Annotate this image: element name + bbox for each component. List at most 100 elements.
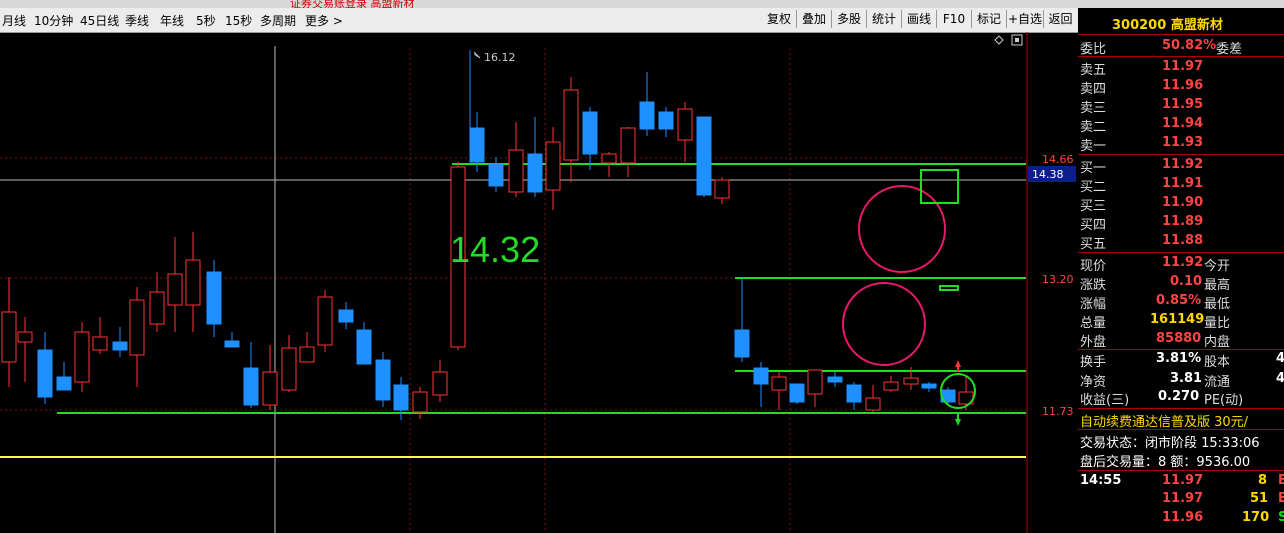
candle-body[interactable] <box>224 340 240 348</box>
candle-body[interactable] <box>677 108 693 141</box>
divider <box>1078 349 1284 350</box>
period-45day[interactable]: 45日线 <box>80 12 119 29</box>
multi-stock-button[interactable]: 多股 <box>832 10 867 28</box>
guben-value: 4 <box>1276 351 1284 366</box>
candle-body[interactable] <box>167 273 183 306</box>
ad-link[interactable]: 自动续费通达信普及版 30元/ <box>1080 411 1248 430</box>
candle-body[interactable] <box>185 259 201 306</box>
candle-body[interactable] <box>317 296 333 346</box>
waipan-value: 85880 <box>1156 331 1202 346</box>
candle-body[interactable] <box>582 111 598 155</box>
candle-body[interactable] <box>789 383 805 403</box>
top-banner: 证券交易账登录 高盟新材 <box>0 0 1284 8</box>
green-small-box[interactable] <box>939 285 959 291</box>
candle-body[interactable] <box>412 391 428 413</box>
buy1-price: 11.92 <box>1162 157 1204 172</box>
candle-body[interactable] <box>356 329 372 365</box>
after-hours-volume: 盘后交易量：8 额：9536.00 <box>1080 455 1251 470</box>
period-year[interactable]: 年线 <box>160 12 184 29</box>
candle-body[interactable] <box>129 299 145 356</box>
candle-body[interactable] <box>527 153 543 193</box>
period-month[interactable]: 月线 <box>2 12 26 29</box>
period-quarter[interactable]: 季线 <box>125 12 149 29</box>
candle-body[interactable] <box>620 127 636 164</box>
candle-body[interactable] <box>56 376 72 391</box>
zuigao-label: 最高 <box>1204 278 1231 293</box>
period-more[interactable]: 更多 > <box>305 12 343 29</box>
candle-body[interactable] <box>563 89 579 161</box>
period-5sec[interactable]: 5秒 <box>196 12 216 29</box>
sell5-price: 11.97 <box>1162 59 1204 74</box>
candle-body[interactable] <box>17 331 33 343</box>
magenta-circle-upper[interactable] <box>858 185 946 273</box>
tick-flag: B <box>1278 473 1284 488</box>
diamond-icon[interactable] <box>994 35 1004 45</box>
candle-body[interactable] <box>601 153 617 164</box>
window-icon-inner <box>1015 38 1019 42</box>
axis-label-1320: 13.20 <box>1042 273 1074 286</box>
candle-body[interactable] <box>37 349 53 398</box>
candle-body[interactable] <box>545 141 561 191</box>
candle-body[interactable] <box>281 347 297 391</box>
chart-canvas[interactable]: 16.12 14.32 14.66 14.38 13.20 11.73 <box>0 32 1078 533</box>
candle-body[interactable] <box>74 331 90 383</box>
candle-body[interactable] <box>921 383 937 389</box>
buy3-price: 11.90 <box>1162 195 1204 210</box>
candle-body[interactable] <box>639 101 655 130</box>
candle-body[interactable] <box>299 346 315 363</box>
candle-body[interactable] <box>771 376 787 391</box>
sell3-price: 11.95 <box>1162 97 1204 112</box>
candle-body[interactable] <box>827 376 843 383</box>
candle-body[interactable] <box>488 163 504 187</box>
stock-title: 300200 高盟新材 <box>1112 14 1223 33</box>
candle-body[interactable] <box>393 384 409 411</box>
overlay-button[interactable]: 叠加 <box>797 10 832 28</box>
candle-body[interactable] <box>112 341 128 351</box>
draw-line-button[interactable]: 画线 <box>902 10 937 28</box>
candle-body[interactable] <box>469 127 485 163</box>
candle-body[interactable] <box>206 271 222 325</box>
period-multi[interactable]: 多周期 <box>260 12 296 29</box>
candle-body[interactable] <box>883 381 899 391</box>
sell2-label: 卖二 <box>1080 120 1107 135</box>
period-10min[interactable]: 10分钟 <box>34 12 73 29</box>
candle-body[interactable] <box>149 291 165 325</box>
candle-body[interactable] <box>92 336 108 351</box>
candle-body[interactable] <box>338 309 354 323</box>
candle-body[interactable] <box>807 369 823 395</box>
candle-body[interactable] <box>432 371 448 396</box>
sell2-price: 11.94 <box>1162 116 1204 131</box>
buy2-price: 11.91 <box>1162 176 1204 191</box>
back-button[interactable]: 返回 <box>1044 10 1077 28</box>
liutong-label: 流通 <box>1204 375 1231 390</box>
stats-button[interactable]: 统计 <box>867 10 902 28</box>
mark-button[interactable]: 标记 <box>972 10 1007 28</box>
add-watchlist-button[interactable]: +自选 <box>1007 10 1044 28</box>
green-box[interactable] <box>920 169 959 204</box>
candle-body[interactable] <box>375 359 391 401</box>
sell1-label: 卖一 <box>1080 139 1107 154</box>
down-arrow-icon <box>955 419 961 426</box>
candle-body[interactable] <box>865 397 881 411</box>
candle-body[interactable] <box>734 329 750 358</box>
candle-body[interactable] <box>658 111 674 130</box>
fuquan-button[interactable]: 复权 <box>762 10 797 28</box>
candle-body[interactable] <box>714 179 730 199</box>
candle-body[interactable] <box>508 149 524 193</box>
xianjia-label: 现价 <box>1080 259 1107 274</box>
candle-body[interactable] <box>846 384 862 403</box>
jingzi-label: 净资 <box>1080 375 1107 390</box>
period-15sec[interactable]: 15秒 <box>225 12 252 29</box>
candle-body[interactable] <box>696 116 712 196</box>
candle-body[interactable] <box>903 377 919 385</box>
magenta-circle-lower[interactable] <box>842 282 926 366</box>
candle-body[interactable] <box>753 367 769 385</box>
sell4-price: 11.96 <box>1162 78 1204 93</box>
f10-button[interactable]: F10 <box>937 10 972 28</box>
candlestick-chart[interactable]: 16.12 14.32 14.66 14.38 13.20 11.73 <box>0 32 1078 533</box>
tick-flag: B <box>1278 491 1284 506</box>
candle-body[interactable] <box>262 371 278 406</box>
divider <box>1078 56 1284 57</box>
candle-body[interactable] <box>243 367 259 406</box>
candle-body[interactable] <box>1 311 17 363</box>
